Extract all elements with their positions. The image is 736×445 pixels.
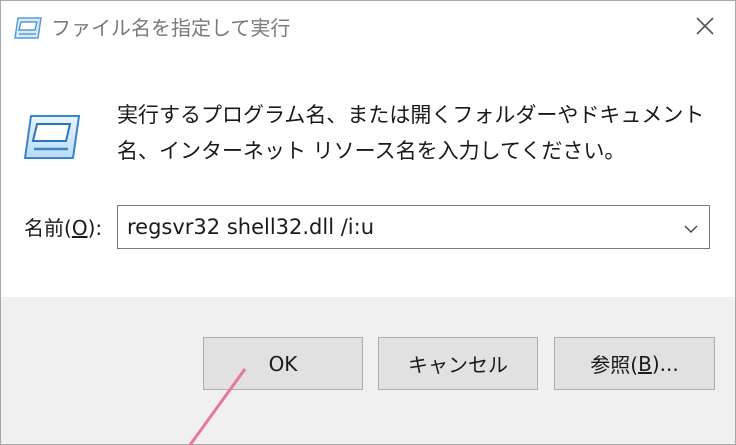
- dialog-content: 実行するプログラム名、または開くフォルダーやドキュメント名、インターネット リソ…: [1, 55, 735, 297]
- browse-label-accel: B: [638, 351, 652, 376]
- title-bar[interactable]: ファイル名を指定して実行: [1, 1, 735, 55]
- name-label-suffix: ):: [87, 216, 103, 240]
- close-icon: [695, 16, 715, 40]
- cancel-button[interactable]: キャンセル: [378, 337, 538, 390]
- command-combobox[interactable]: [117, 205, 710, 249]
- browse-button[interactable]: 参照(B)...: [554, 337, 715, 390]
- run-icon: [23, 113, 81, 161]
- name-label-prefix: 名前(: [24, 216, 72, 240]
- command-input[interactable]: [118, 206, 673, 248]
- dropdown-button[interactable]: [673, 206, 709, 248]
- chevron-down-icon: [684, 218, 698, 237]
- close-button[interactable]: [675, 1, 735, 55]
- instruction-text: 実行するプログラム名、または開くフォルダーやドキュメント名、インターネット リソ…: [117, 103, 705, 163]
- run-icon: [14, 16, 42, 40]
- name-label-accel: O: [71, 216, 88, 240]
- name-label: 名前(O):: [24, 215, 102, 241]
- button-bar: OK キャンセル 参照(B)...: [1, 297, 735, 444]
- browse-label-prefix: 参照(: [590, 353, 639, 377]
- ok-button[interactable]: OK: [203, 337, 363, 390]
- browse-label-suffix: )...: [651, 351, 679, 376]
- window-title: ファイル名を指定して実行: [51, 16, 291, 40]
- run-dialog: ファイル名を指定して実行 実行するプログラム名、または開くフォルダーやドキュメン…: [0, 0, 736, 445]
